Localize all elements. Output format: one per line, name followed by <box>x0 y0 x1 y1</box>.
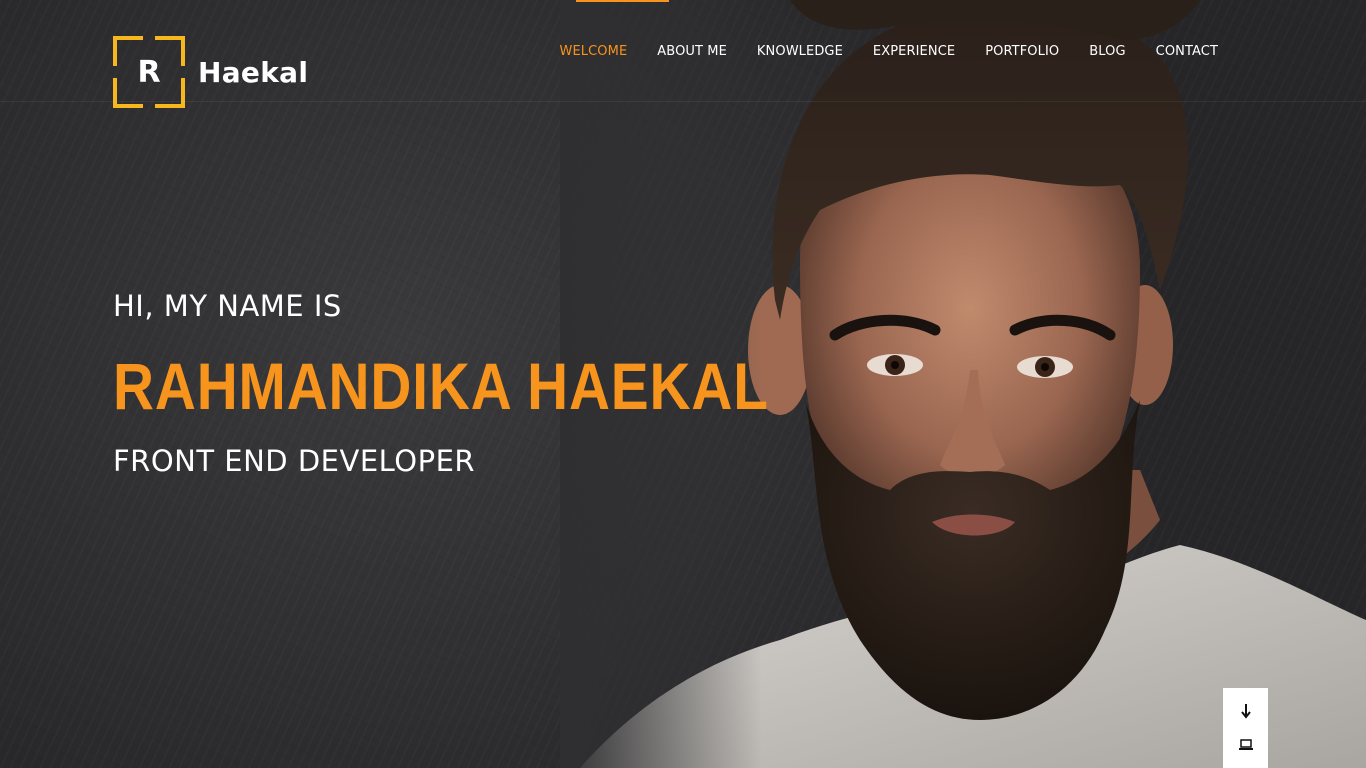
logo-mark: R <box>113 36 185 108</box>
nav-item-knowledge[interactable]: KNOWLEDGE <box>757 44 843 59</box>
nav-item-about-me[interactable]: ABOUT ME <box>657 44 727 59</box>
site-logo[interactable]: R Haekal <box>113 36 313 108</box>
nav-item-experience[interactable]: EXPERIENCE <box>873 44 955 59</box>
nav-item-welcome[interactable]: WELCOME <box>560 44 628 59</box>
hero-section: R Haekal WELCOME ABOUT ME KNOWLEDGE EXPE… <box>0 0 1366 768</box>
nav-item-contact[interactable]: CONTACT <box>1156 44 1218 59</box>
hero-intro: HI, MY NAME IS <box>113 289 342 323</box>
active-tab-indicator <box>576 0 669 2</box>
nav-item-portfolio[interactable]: PORTFOLIO <box>985 44 1059 59</box>
arrow-down-icon[interactable] <box>1223 694 1268 728</box>
logo-name: Haekal <box>198 55 309 89</box>
side-widget <box>1223 688 1268 768</box>
main-nav: WELCOME ABOUT ME KNOWLEDGE EXPERIENCE PO… <box>560 44 1218 59</box>
hero-name: RAHMANDIKA HAEKAL <box>113 349 769 423</box>
hero-role: FRONT END DEVELOPER <box>113 444 476 478</box>
laptop-icon[interactable] <box>1223 728 1268 762</box>
logo-letter: R <box>137 54 161 90</box>
nav-item-blog[interactable]: BLOG <box>1089 44 1125 59</box>
